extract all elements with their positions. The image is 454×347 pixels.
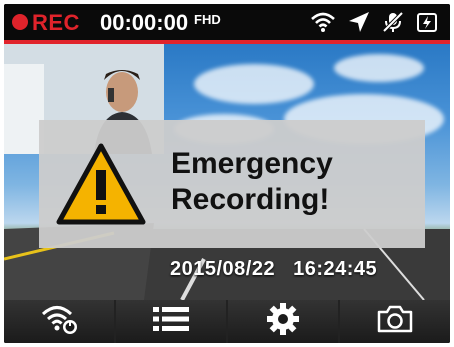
status-icons: [310, 10, 438, 34]
battery-charging-icon: [416, 11, 438, 33]
recording-elapsed-time: 00:00:00: [100, 10, 189, 35]
time-label: 16:24:45: [293, 258, 378, 280]
dashcam-screen: REC 00:00:00 FHD Emergency Recording! 20…: [4, 4, 450, 343]
alert-title-line2: Recording!: [171, 183, 330, 216]
warning-triangle-icon: [55, 142, 147, 231]
alert-title-line1: Emergency: [171, 147, 333, 180]
mic-muted-icon: [382, 11, 404, 33]
menu-list-icon: [151, 305, 191, 338]
wifi-settings-icon: [39, 303, 79, 340]
settings-gear-icon: [266, 302, 300, 341]
status-bar: REC 00:00:00 FHD: [4, 4, 450, 40]
resolution-label: FHD: [194, 12, 221, 27]
gps-arrow-icon: [348, 11, 370, 33]
timestamp-overlay: 2015/08/22 16:24:45: [170, 258, 377, 281]
alert-message: Emergency Recording!: [171, 146, 333, 218]
settings-button[interactable]: [228, 300, 340, 343]
wifi-settings-button[interactable]: [4, 300, 116, 343]
bottom-toolbar: [4, 300, 450, 343]
date-label: 2015/08/22: [170, 258, 276, 280]
emergency-alert-dialog: Emergency Recording!: [39, 120, 425, 248]
menu-button[interactable]: [116, 300, 228, 343]
status-divider: [4, 40, 450, 44]
snapshot-button[interactable]: [340, 300, 450, 343]
camera-snapshot-icon: [376, 304, 414, 339]
record-dot-icon: [12, 14, 28, 30]
rec-label: REC: [32, 10, 80, 35]
wifi-icon: [310, 11, 336, 33]
